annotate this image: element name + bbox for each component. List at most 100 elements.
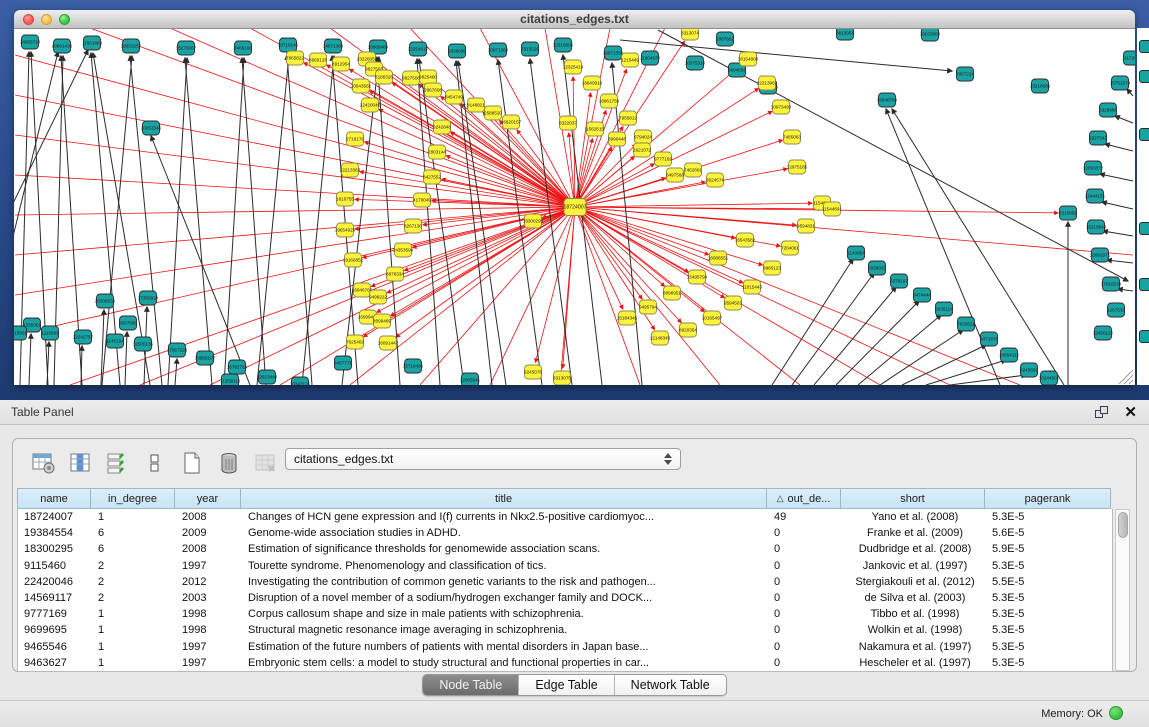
graph-node[interactable]: 14671388 (323, 39, 344, 53)
graph-node[interactable]: 2935114 (935, 302, 953, 316)
graph-node[interactable]: 11172954 (1122, 51, 1135, 65)
column-header-name[interactable]: name (17, 488, 91, 509)
graph-node[interactable]: 15276067 (176, 41, 197, 55)
graph-node[interactable]: 8313074 (681, 29, 699, 40)
graph-node[interactable]: 18724007 (563, 199, 586, 216)
graph-node[interactable]: 9594831 (797, 219, 815, 233)
graph-node[interactable]: 8920354 (679, 323, 697, 337)
memory-status-indicator-icon[interactable] (1109, 706, 1123, 720)
table-vertical-scrollbar[interactable] (1115, 509, 1130, 671)
graph-node[interactable]: 8660128 (309, 53, 327, 67)
graph-node[interactable]: 12093872 (1083, 161, 1104, 175)
table-row[interactable]: 1872400712008Changes of HCN gene express… (18, 509, 1112, 525)
graph-node[interactable]: 15184345 (617, 311, 638, 325)
graph-node[interactable]: 8215958 (1059, 206, 1077, 220)
graph-node[interactable]: 3624574 (706, 173, 724, 187)
graph-node[interactable]: 2718176 (346, 132, 364, 146)
close-icon[interactable]: ✕ (1124, 403, 1137, 421)
table-row[interactable]: 946362711997Embryonic stem cells: a mode… (18, 655, 1112, 671)
graph-node[interactable]: 2967608 (424, 83, 442, 97)
graph-node[interactable]: 8471876 (980, 332, 998, 346)
graph-node[interactable]: 22420046 (360, 98, 381, 112)
table-row[interactable]: 969969511998Structural magnetic resonanc… (18, 622, 1112, 638)
float-window-icon[interactable] (1095, 406, 1109, 419)
graph-node[interactable]: 10971368 (488, 43, 509, 57)
new-column-icon[interactable] (179, 450, 205, 476)
graph-node[interactable]: 17359924 (138, 291, 159, 305)
graph-node[interactable]: 8454749 (445, 90, 463, 104)
graph-node[interactable]: 10654112 (999, 348, 1020, 362)
graph-node[interactable]: 7204061 (781, 241, 799, 255)
column-header-year[interactable]: year (175, 488, 241, 509)
graph-node[interactable]: 9329966 (1099, 103, 1117, 117)
graph-node[interactable]: 8990448 (608, 132, 626, 146)
graph-node[interactable]: 17957223 (167, 343, 188, 357)
table-row[interactable]: 946554611997Estimation of the future num… (18, 639, 1112, 655)
graph-node[interactable]: 5938923 (868, 261, 886, 275)
graph-node[interactable]: 8912954 (332, 57, 350, 71)
graph-node[interactable]: 6794024 (634, 130, 652, 144)
graph-node[interactable]: 11561883 (82, 36, 103, 50)
network-view-window[interactable]: citations_edges.txt 14055714208914361156… (14, 10, 1135, 385)
network-table-select[interactable]: citations_edges.txt (285, 448, 681, 470)
graph-node[interactable]: 12325419 (563, 60, 584, 74)
table-row[interactable]: 1938455462009Genome-wide association stu… (18, 525, 1112, 541)
graph-node[interactable]: 8267130 (404, 219, 422, 233)
graph-node[interactable]: 20206536 (95, 294, 116, 308)
graph-node[interactable]: 8099489 (373, 314, 391, 328)
graph-node[interactable]: 18640910 (582, 76, 603, 90)
graph-node[interactable]: 7955812 (619, 111, 637, 125)
graph-node[interactable]: 7515526 (521, 42, 539, 56)
graph-node[interactable]: 1810755 (336, 192, 354, 206)
graph-node[interactable]: 1267533 (1107, 303, 1125, 317)
graph-node[interactable]: 15692971 (1090, 248, 1111, 262)
table-mode-icon[interactable] (31, 450, 57, 476)
table-row[interactable]: 911546021997Tourette syndrome. Phenomeno… (18, 558, 1112, 574)
graph-node[interactable]: 16210643 (1086, 220, 1107, 234)
window-titlebar[interactable]: citations_edges.txt (14, 10, 1135, 29)
selection-mode-icon[interactable] (142, 450, 168, 476)
graph-node[interactable]: 11259013 (220, 374, 241, 385)
network-canvas[interactable]: 1405571420891436115618831065325715276067… (14, 29, 1135, 385)
graph-node[interactable]: 10543582 (351, 79, 372, 93)
graph-node[interactable]: 15751074 (1110, 76, 1131, 90)
graph-node[interactable]: 9457771 (334, 356, 352, 370)
graph-node[interactable]: 4170049 (413, 193, 431, 207)
graph-node[interactable]: 18300295 (523, 214, 544, 228)
column-visibility-icon[interactable] (68, 450, 94, 476)
graph-node[interactable]: 8813054 (836, 29, 854, 40)
graph-node[interactable]: 16648784 (877, 93, 898, 107)
graph-node[interactable]: 9336090 (448, 44, 466, 58)
delete-table-icon[interactable] (253, 450, 279, 476)
graph-node[interactable]: 12065841 (460, 373, 481, 385)
graph-node[interactable]: 9245652 (1020, 363, 1038, 377)
graph-node[interactable]: 9825460 (419, 70, 437, 84)
graph-node[interactable]: 9146821 (467, 98, 485, 112)
graph-node[interactable]: 8466160 (234, 41, 252, 55)
graph-node[interactable]: 14055714 (20, 35, 41, 49)
graph-node[interactable]: 8878334 (386, 267, 404, 281)
graph-node[interactable]: 7625402 (346, 335, 364, 349)
graph-node[interactable]: 9827508 (402, 71, 420, 85)
graph-node[interactable]: 12318905 (553, 38, 574, 52)
graph-node[interactable]: 10244501 (1039, 371, 1060, 385)
graph-node[interactable]: 1140954 (847, 246, 865, 260)
graph-node[interactable]: 9227342 (1089, 131, 1107, 145)
column-header-in-degree[interactable]: in_degree (91, 488, 175, 509)
graph-node[interactable]: 8186328 (375, 70, 393, 84)
graph-node[interactable]: 16033803 (920, 29, 941, 41)
graph-node[interactable]: 15718485 (403, 359, 424, 373)
graph-node[interactable]: 12975185 (787, 160, 808, 174)
column-select-icon[interactable] (105, 450, 131, 476)
graph-node[interactable]: 8313075 (553, 371, 571, 385)
graph-node[interactable]: 12450122 (1093, 326, 1114, 340)
graph-node[interactable]: 6497568 (666, 168, 684, 182)
graph-node[interactable]: 15495794 (687, 270, 708, 284)
graph-node[interactable]: 10165497 (702, 311, 723, 325)
graph-node[interactable]: 1115683 (41, 326, 59, 340)
graph-node[interactable]: 12342757 (73, 330, 94, 344)
graph-node[interactable]: 9495794 (639, 300, 657, 314)
graph-node[interactable]: 7632621 (957, 317, 975, 331)
tab-edge-table[interactable]: Edge Table (519, 675, 614, 695)
graph-node[interactable]: 11804970 (640, 51, 661, 65)
